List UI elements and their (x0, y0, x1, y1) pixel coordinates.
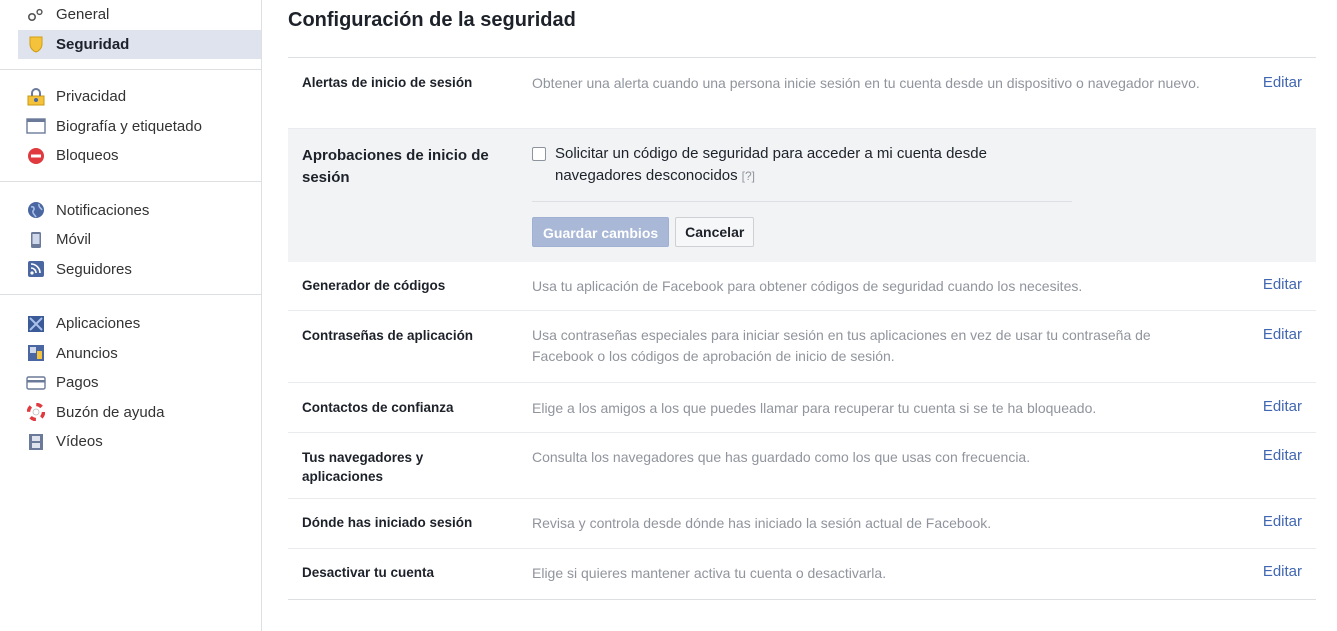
globe-icon (26, 200, 46, 220)
sidebar-item-payments[interactable]: Pagos (18, 368, 261, 398)
page-title: Configuración de la seguridad (288, 0, 1316, 58)
sidebar-item-ads[interactable]: Anuncios (18, 339, 261, 369)
sidebar-item-notifications[interactable]: Notificaciones (18, 196, 261, 226)
sidebar-item-label: Móvil (56, 231, 92, 249)
edit-link[interactable]: Editar (1263, 447, 1302, 464)
sidebar-item-videos[interactable]: Vídeos (18, 427, 261, 457)
sidebar-item-security[interactable]: Seguridad (18, 29, 261, 59)
settings-row-login-approvals: Aprobaciones de inicio de sesión Solicit… (288, 129, 1316, 262)
login-approvals-form: Solicitar un código de seguridad para ac… (532, 129, 1072, 262)
edit-link[interactable]: Editar (1263, 326, 1302, 343)
checkbox-text-wrap: Solicitar un código de seguridad para ac… (555, 143, 1072, 187)
sidebar-item-label: Notificaciones (56, 201, 150, 219)
security-code-checkbox[interactable] (532, 147, 546, 161)
row-description: Consulta los navegadores que has guardad… (532, 449, 1031, 465)
checkbox-label: Solicitar un código de seguridad para ac… (555, 145, 987, 184)
row-label: Generador de códigos (302, 278, 446, 293)
row-description: Usa contraseñas especiales para iniciar … (532, 327, 1151, 364)
settings-row-app-passwords[interactable]: Contraseñas de aplicación Usa contraseña… (288, 311, 1316, 383)
sidebar-group-privacy: Privacidad Biografía y etiquetado Bloque… (0, 70, 261, 182)
sidebar-item-timeline[interactable]: Biografía y etiquetado (18, 112, 261, 142)
edit-link[interactable]: Editar (1263, 513, 1302, 530)
row-label: Contactos de confianza (302, 400, 454, 415)
row-label: Tus navegadores y aplicaciones (302, 450, 424, 484)
row-label: Contraseñas de aplicación (302, 328, 474, 343)
form-buttons: Guardar cambios Cancelar (532, 217, 1072, 247)
settings-row-login-alerts[interactable]: Alertas de inicio de sesión Obtener una … (288, 58, 1316, 129)
checkbox-line: Solicitar un código de seguridad para ac… (532, 143, 1072, 187)
sidebar-item-label: Aplicaciones (56, 315, 141, 333)
sidebar-group-account: General Seguridad (0, 0, 261, 70)
lifebuoy-icon (26, 402, 46, 422)
sidebar-group-apps: Aplicaciones Anuncios Pagos Buzón de ayu… (0, 295, 261, 467)
settings-row-code-generator[interactable]: Generador de códigos Usa tu aplicación d… (288, 262, 1316, 311)
row-label: Dónde has iniciado sesión (302, 515, 473, 530)
sidebar-item-label: General (56, 6, 110, 24)
sidebar-group-notifications: Notificaciones Móvil Seguidores (0, 182, 261, 295)
settings-row-deactivate-account[interactable]: Desactivar tu cuenta Elige si quieres ma… (288, 549, 1316, 600)
sidebar-item-followers[interactable]: Seguidores (18, 255, 261, 285)
sidebar-item-mobile[interactable]: Móvil (18, 225, 261, 255)
edit-link[interactable]: Editar (1263, 563, 1302, 580)
apps-icon (26, 314, 46, 334)
gears-icon (26, 5, 46, 25)
row-description: Usa tu aplicación de Facebook para obten… (532, 278, 1083, 294)
sidebar-item-label: Bloqueos (56, 147, 119, 165)
settings-row-where-logged-in[interactable]: Dónde has iniciado sesión Revisa y contr… (288, 499, 1316, 549)
shield-icon (26, 34, 46, 54)
window-icon (26, 116, 46, 136)
mobile-icon (26, 230, 46, 250)
security-settings-panel: Configuración de la seguridad Alertas de… (288, 0, 1316, 600)
lock-people-icon (26, 87, 46, 107)
row-label: Desactivar tu cuenta (302, 565, 435, 580)
sidebar-item-label: Privacidad (56, 88, 127, 106)
row-label: Alertas de inicio de sesión (302, 75, 473, 90)
help-link[interactable]: [?] (742, 169, 755, 183)
row-description: Obtener una alerta cuando una persona in… (532, 75, 1200, 91)
edit-link[interactable]: Editar (1263, 398, 1302, 415)
sidebar-item-label: Vídeos (56, 433, 103, 451)
film-icon (26, 432, 46, 452)
rss-icon (26, 259, 46, 279)
row-description: Elige si quieres mantener activa tu cuen… (532, 565, 887, 581)
edit-link[interactable]: Editar (1263, 74, 1302, 91)
divider (532, 201, 1072, 202)
row-label: Aprobaciones de inicio de sesión (302, 147, 489, 186)
sidebar-item-label: Buzón de ayuda (56, 403, 165, 421)
row-description: Revisa y controla desde dónde has inicia… (532, 515, 992, 531)
edit-link[interactable]: Editar (1263, 276, 1302, 293)
card-icon (26, 373, 46, 393)
sidebar-item-blocking[interactable]: Bloqueos (18, 141, 261, 171)
sidebar-item-general[interactable]: General (18, 0, 261, 30)
sidebar-item-label: Seguridad (56, 35, 130, 53)
sidebar-item-label: Seguidores (56, 260, 132, 278)
sidebar-item-apps[interactable]: Aplicaciones (18, 309, 261, 339)
settings-row-trusted-contacts[interactable]: Contactos de confianza Elige a los amigo… (288, 383, 1316, 433)
sidebar-item-support-inbox[interactable]: Buzón de ayuda (18, 398, 261, 428)
ads-icon (26, 343, 46, 363)
save-changes-button[interactable]: Guardar cambios (532, 217, 670, 247)
cancel-button[interactable]: Cancelar (675, 217, 755, 247)
sidebar-item-label: Biografía y etiquetado (56, 117, 202, 135)
settings-row-recognized-browsers[interactable]: Tus navegadores y aplicaciones Consulta … (288, 433, 1316, 499)
row-description: Elige a los amigos a los que puedes llam… (532, 400, 1097, 416)
settings-sidebar: General Seguridad Privacidad Biografía y… (0, 0, 262, 631)
sidebar-item-privacy[interactable]: Privacidad (18, 82, 261, 112)
sidebar-item-label: Pagos (56, 374, 99, 392)
sidebar-item-label: Anuncios (56, 344, 118, 362)
block-icon (26, 146, 46, 166)
